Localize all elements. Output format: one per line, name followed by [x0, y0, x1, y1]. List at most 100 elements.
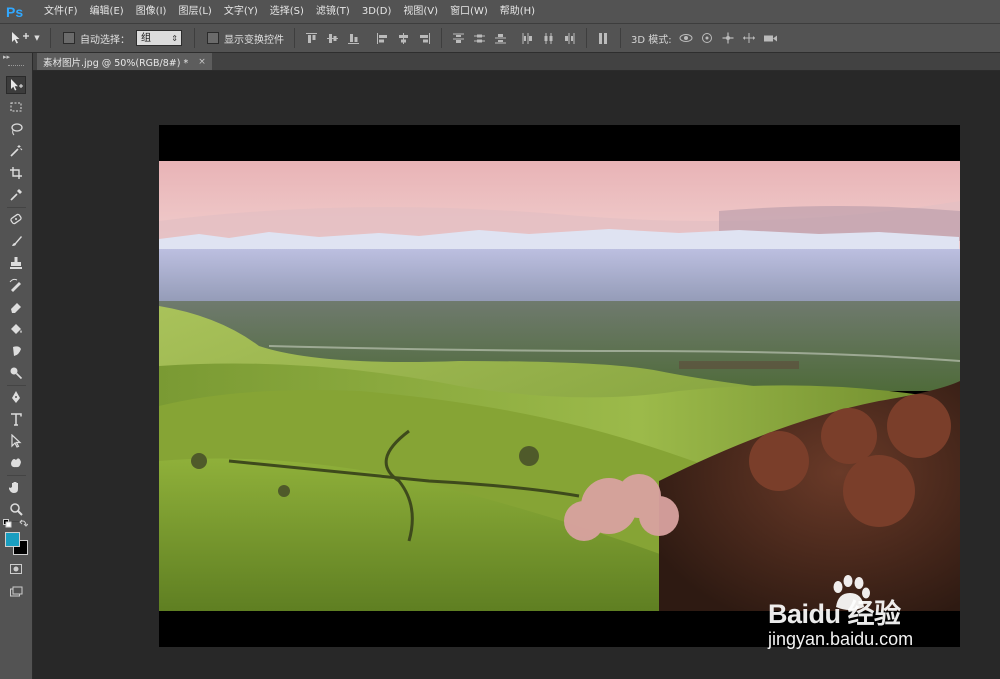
blur-tool[interactable] [6, 342, 26, 360]
menu-view[interactable]: 视图(V) [397, 0, 444, 23]
drag-icon [722, 32, 734, 44]
distribute-left-button[interactable] [521, 32, 534, 45]
type-tool[interactable] [6, 410, 26, 428]
menu-select[interactable]: 选择(S) [264, 0, 310, 23]
distribute-bottom-button[interactable] [494, 32, 507, 45]
screen-mode-button[interactable] [6, 583, 26, 601]
rectangular-marquee-icon [10, 102, 22, 112]
document-tab[interactable]: 素材图片.jpg @ 50%(RGB/8#) * × [37, 53, 212, 70]
tool-preset-picker[interactable]: ▼ [6, 28, 44, 48]
menu-window[interactable]: 窗口(W) [444, 0, 494, 23]
document-tab-title: 素材图片.jpg @ 50%(RGB/8#) * [43, 57, 189, 69]
distribute-vcenter-button[interactable] [473, 32, 486, 45]
path-selection-arrow-icon [11, 434, 22, 448]
video-camera-icon [763, 35, 777, 41]
healing-brush-tool[interactable] [6, 210, 26, 228]
menu-help[interactable]: 帮助(H) [494, 0, 541, 23]
distribute-hcenter-button[interactable] [542, 32, 555, 45]
menu-edit[interactable]: 编辑(E) [84, 0, 130, 23]
align-bottom-edges-button[interactable] [347, 32, 360, 45]
watermark-brand-text: Baidu 经验 [768, 599, 901, 629]
menu-layer[interactable]: 图层(L) [172, 0, 217, 23]
history-brush-tool[interactable] [6, 276, 26, 294]
align-vertical-centers-button[interactable] [326, 32, 339, 45]
pen-tool[interactable] [6, 388, 26, 406]
auto-select-target-dropdown[interactable]: 组 ⇕ [136, 30, 182, 46]
distribute-right-button[interactable] [563, 32, 576, 45]
marquee-tool[interactable] [6, 98, 26, 116]
options-bar: ▼ 自动选择： 组 ⇕ 显示变换控件 3D 模式: [0, 23, 1000, 53]
eraser-tool[interactable] [6, 298, 26, 316]
stamp-icon [10, 257, 22, 269]
hand-icon [9, 482, 18, 493]
magic-wand-tool[interactable] [6, 142, 26, 160]
menu-image[interactable]: 图像(I) [130, 0, 173, 23]
watermark-brand: Baidu 经验 [768, 592, 901, 631]
distribute-top-icon [453, 33, 464, 43]
updown-arrow-icon: ⇕ [171, 34, 178, 43]
menu-filter[interactable]: 滤镜(T) [310, 0, 356, 23]
distribute-top-button[interactable] [452, 32, 465, 45]
auto-select-checkbox[interactable] [63, 32, 75, 44]
align-top-edges-button[interactable] [305, 32, 318, 45]
distribute-vcenter-icon [474, 34, 485, 42]
orbit-icon [679, 34, 693, 42]
auto-align-layers-button[interactable] [597, 32, 610, 45]
swap-colors-icon[interactable] [19, 519, 28, 528]
menu-bar: Ps 文件(F) 编辑(E) 图像(I) 图层(L) 文字(Y) 选择(S) 滤… [0, 0, 1000, 23]
eyedropper-tool[interactable] [6, 186, 26, 204]
chevron-down-icon: ▼ [34, 34, 40, 42]
distribute-hcenter-icon [544, 32, 553, 44]
quick-mask-button[interactable] [6, 560, 26, 578]
path-selection-tool[interactable] [6, 432, 26, 450]
align-vcenter-icon [327, 33, 338, 43]
screen-mode-icon [10, 586, 23, 597]
menu-type[interactable]: 文字(Y) [218, 0, 264, 23]
shape-icon [11, 458, 21, 468]
menu-3d[interactable]: 3D(D) [356, 0, 398, 23]
menu-file[interactable]: 文件(F) [38, 0, 84, 23]
auto-align-icon [599, 32, 607, 44]
eyedropper-icon [10, 189, 22, 201]
align-hcenter-icon [399, 32, 408, 44]
pen-icon [12, 391, 20, 403]
move-tool[interactable] [6, 76, 26, 94]
show-transform-checkbox[interactable] [207, 32, 219, 44]
3d-drag-button[interactable] [721, 31, 736, 45]
align-right-edges-button[interactable] [418, 32, 431, 45]
close-icon[interactable]: × [198, 57, 206, 67]
collapse-arrows-icon[interactable]: ▸▸ [3, 53, 10, 61]
crop-tool[interactable] [6, 164, 26, 182]
default-colors-icon[interactable] [3, 519, 12, 528]
brush-tool[interactable] [6, 232, 26, 250]
foreground-color-swatch[interactable] [5, 532, 20, 547]
separator [7, 385, 26, 386]
distribute-bottom-icon [495, 33, 506, 43]
separator [7, 475, 26, 476]
3d-orbit-button[interactable] [679, 31, 694, 45]
lasso-tool[interactable] [6, 120, 26, 138]
baidu-watermark: Baidu 经验 jingyan.baidu.com [768, 575, 948, 657]
watermark-url: jingyan.baidu.com [768, 629, 914, 649]
droplet-icon [13, 346, 21, 356]
align-left-icon [377, 32, 387, 44]
3d-roll-button[interactable] [700, 31, 715, 45]
clone-stamp-tool[interactable] [6, 254, 26, 272]
lasso-icon [11, 123, 23, 136]
custom-shape-tool[interactable] [6, 454, 26, 472]
dodge-tool[interactable] [6, 364, 26, 382]
3d-slide-button[interactable] [742, 31, 757, 45]
paint-bucket-tool[interactable] [6, 320, 26, 338]
align-horizontal-centers-button[interactable] [397, 32, 410, 45]
align-top-icon [306, 32, 317, 43]
photo-image [159, 161, 960, 611]
align-left-edges-button[interactable] [376, 32, 389, 45]
3d-scale-button[interactable] [763, 31, 778, 45]
hand-tool[interactable] [6, 478, 26, 496]
panel-grip[interactable] [8, 65, 24, 69]
zoom-tool[interactable] [6, 500, 26, 518]
magic-wand-icon [10, 145, 23, 157]
dodge-icon [10, 367, 23, 380]
brush-icon [12, 236, 22, 246]
slide-icon [743, 33, 756, 43]
